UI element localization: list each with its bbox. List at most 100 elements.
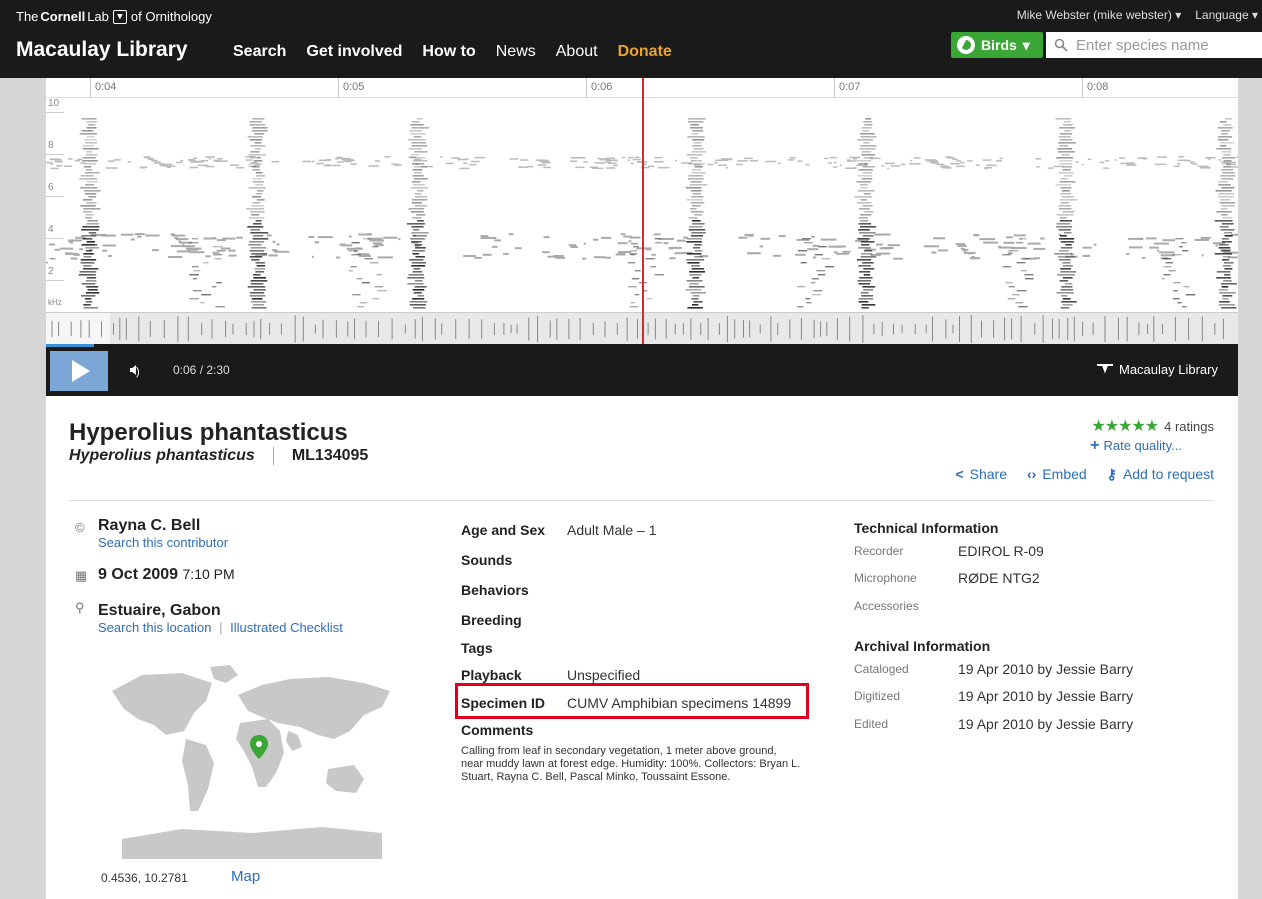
map-link[interactable]: Map [231,868,260,885]
embed-button[interactable]: ‹› Embed [1027,466,1087,483]
tech-value: EDIROL R-09 [958,543,1044,559]
share-button[interactable]: < Share [955,466,1007,483]
catalog-id: ML134095 [291,447,369,464]
freq-label: 4 [46,224,70,239]
top-header: The Cornell Lab of Ornithology Macaulay Lib… [0,0,1262,78]
section-divider [69,500,1214,501]
user-dropdown[interactable]: Mike Webster (mike webster) ▾ [1017,8,1182,22]
time-tick: 0:06 [586,78,612,98]
chevron-down-icon: ▾ [1175,8,1182,22]
detail-value: Adult Male – 1 [567,522,657,538]
nav-news[interactable]: News [496,43,536,61]
arch-key: Digitized [854,689,901,703]
date-text: 9 Oct 2009 [98,566,179,583]
coordinates: 0.4536, 10.2781 [101,871,188,885]
tech-recorder: Recorder EDIROL R-09 [854,543,1044,559]
bird-logo-icon [1097,363,1113,376]
detail-behaviors: Behaviors [461,582,567,598]
species-subline: Hyperolius phantasticus ML134095 [69,447,368,465]
specimen-highlight-box [455,683,809,719]
tech-microphone: Microphone RØDE NTG2 [854,570,1040,586]
volume-icon [130,365,136,375]
search-location-link[interactable]: Search this location [98,620,211,635]
progress-bar[interactable] [46,344,94,347]
site-title[interactable]: Macaulay Library [16,38,188,62]
nav-search[interactable]: Search [233,43,286,61]
illustrated-checklist-link[interactable]: Illustrated Checklist [230,620,343,635]
user-name: Mike Webster (mike webster) [1016,8,1172,22]
tech-key: Microphone [854,571,917,585]
chevron-down-icon: ▾ [1022,36,1030,53]
world-map[interactable] [102,661,398,861]
observation-date: 9 Oct 2009 7:10 PM [98,566,235,584]
search-icon [1054,38,1068,52]
detail-sounds: Sounds [461,552,567,568]
add-to-request-button[interactable]: ⚷ Add to request [1107,466,1214,483]
play-icon [72,360,90,382]
share-label: Share [969,466,1007,482]
tech-key: Accessories [854,599,919,613]
detail-key: Age and Sex [461,522,546,538]
macaulay-logo: Macaulay Library [1097,362,1218,377]
detail-breeding: Breeding [461,612,567,628]
nav-get-involved[interactable]: Get involved [306,43,402,61]
freq-label: 10 [46,98,70,113]
birds-logo-icon [957,36,975,54]
contributor-name-text: Rayna C. Bell [98,517,201,534]
playhead[interactable] [642,78,644,344]
cornell-lab-logo[interactable]: The Cornell Lab of Ornithology [16,9,212,24]
lab-name: Cornell [40,9,86,24]
nav-about[interactable]: About [556,43,598,61]
time-text: 7:10 PM [182,566,235,582]
key-icon: ⚷ [1106,466,1117,482]
time-tick: 0:08 [1082,78,1108,98]
search-contributor-link[interactable]: Search this contributor [98,535,228,550]
arch-value: 19 Apr 2010 by Jessie Barry [958,661,1134,677]
tech-accessories: Accessories [854,598,958,613]
add-to-request-label: Add to request [1122,466,1214,482]
contributor-name: Rayna C. Bell Search this contributor [98,517,228,550]
taxon-selector-button[interactable]: Birds ▾ [951,32,1043,58]
time-display: 0:06 / 2:30 [173,363,230,377]
arch-value: 19 Apr 2010 by Jessie Barry [958,716,1134,732]
detail-key: Behaviors [461,582,529,598]
detail-tags: Tags [461,640,567,656]
detail-age-sex: Age and Sex Adult Male – 1 [461,522,657,538]
asset-actions: < Share ‹› Embed ⚷ Add to request [955,466,1214,483]
language-dropdown[interactable]: Language ▾ [1195,8,1258,22]
time-tick: 0:04 [90,78,116,98]
divider [272,447,274,465]
arch-value: 19 Apr 2010 by Jessie Barry [958,688,1134,704]
lab-word: Lab [87,9,109,24]
main-nav: Search Get involved How to News About Do… [233,43,672,61]
location-links: Search this location | Illustrated Check… [98,620,343,635]
freq-label: 6 [46,182,70,197]
scientific-name: Hyperolius phantasticus [69,447,255,464]
freq-label: 2 [46,266,70,281]
play-button[interactable] [50,351,108,391]
tech-key: Recorder [854,544,904,558]
rate-quality-link[interactable]: + Rate quality... [1090,437,1182,455]
arch-key: Edited [854,717,889,731]
freq-unit: kHz [46,298,70,313]
divider: | [219,620,223,635]
detail-key: Comments [461,722,534,738]
plus-icon: + [1090,437,1100,454]
arch-cataloged: Cataloged 19 Apr 2010 by Jessie Barry [854,661,1133,677]
nav-donate[interactable]: Donate [618,43,672,61]
volume-button[interactable]: ) [130,362,140,378]
calendar-icon: ▦ [75,568,88,583]
share-icon: < [955,466,964,482]
species-search-input[interactable] [1076,36,1246,54]
lab-suffix: of Ornithology [130,9,212,24]
language-label: Language [1195,8,1249,22]
time-tick: 0:05 [338,78,364,98]
embed-label: Embed [1042,466,1087,482]
detail-key: Breeding [461,612,522,628]
nav-how-to[interactable]: How to [422,43,475,61]
species-search [1046,32,1262,58]
detail-key: Sounds [461,552,513,568]
location-text: Estuaire, Gabon [98,602,221,619]
arch-key: Cataloged [854,662,909,676]
rate-label: Rate quality... [1103,438,1182,453]
